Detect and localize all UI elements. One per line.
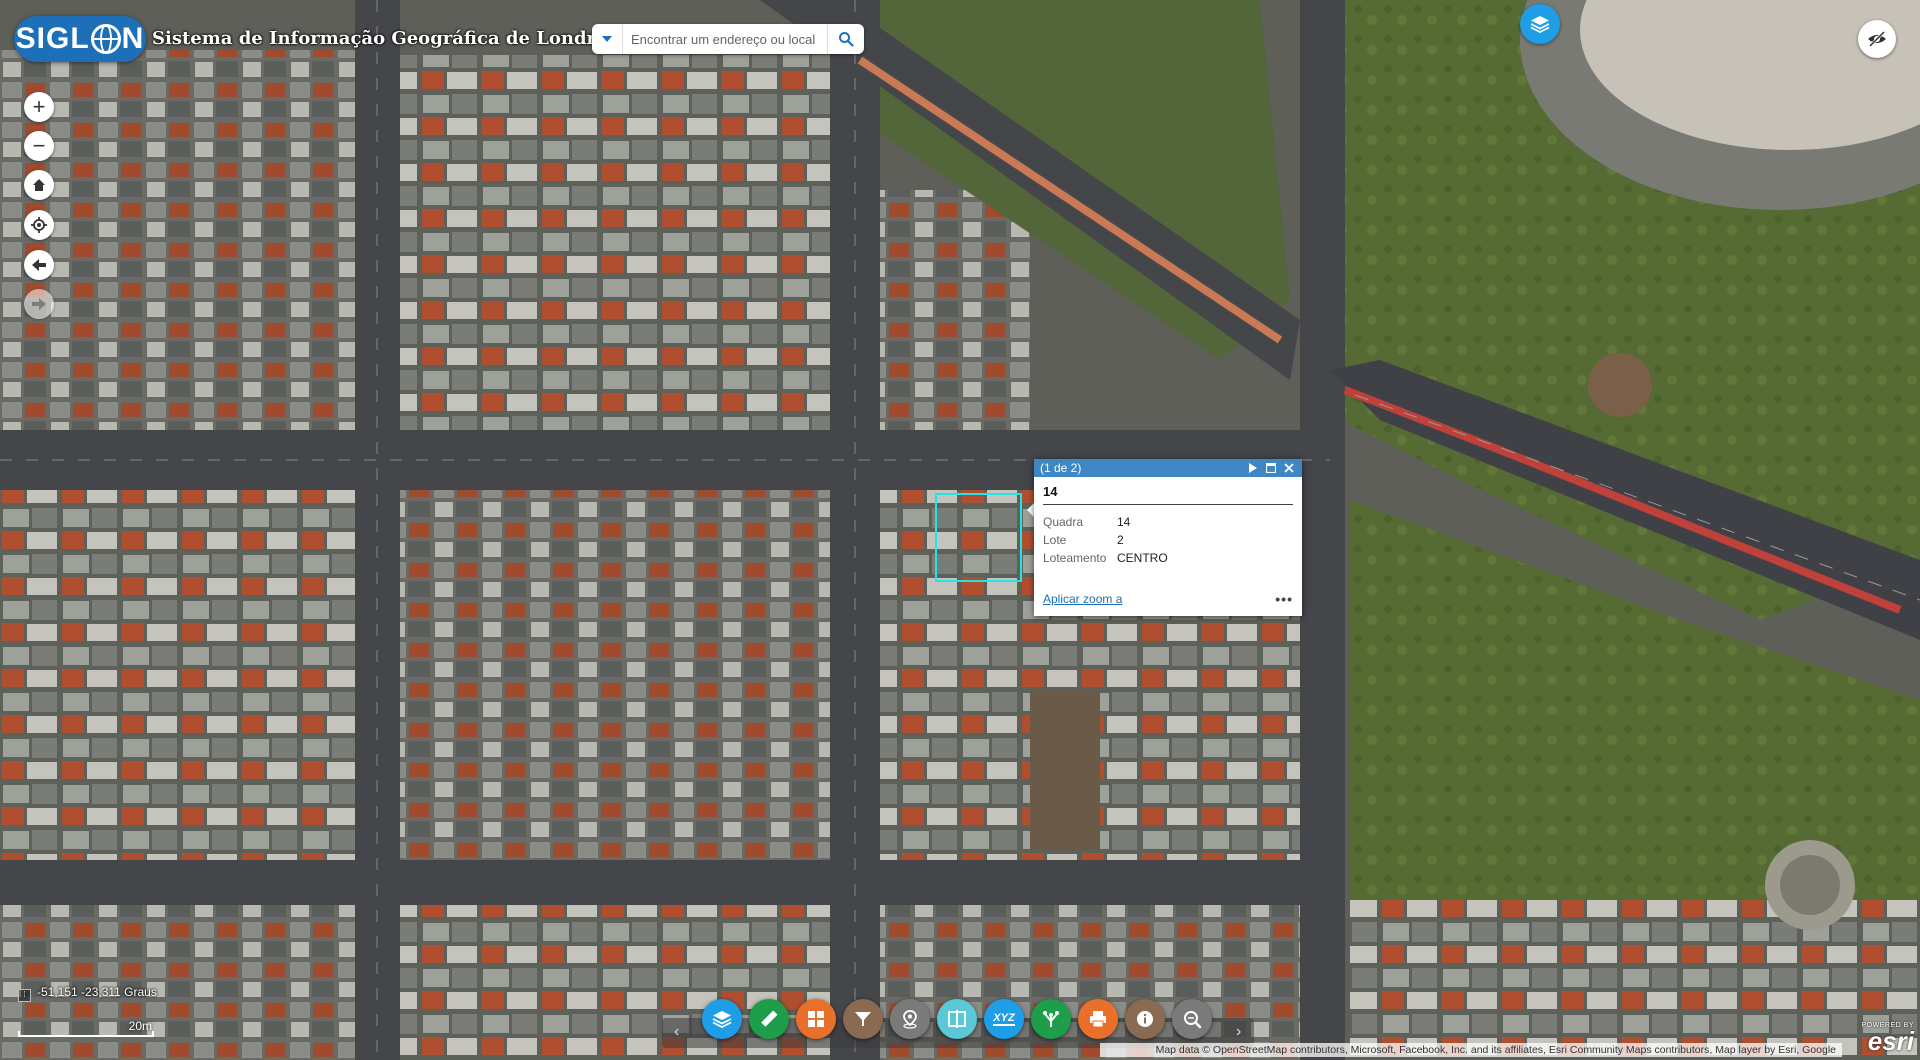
plus-icon: + — [32, 94, 46, 119]
zoom-in-button[interactable]: + — [24, 92, 54, 122]
scale-bar: 20m — [18, 1019, 154, 1037]
split-view-icon — [948, 1010, 966, 1028]
zoom-out-button[interactable]: − — [24, 131, 54, 161]
popup-attribute-table: Quadra 14 Lote 2 Loteamento CENTRO — [1043, 513, 1168, 567]
filter-tool-button[interactable] — [843, 999, 883, 1039]
printer-icon — [1090, 1011, 1106, 1028]
location-tool-button[interactable] — [890, 999, 930, 1039]
toggle-visibility-button[interactable] — [1858, 20, 1896, 58]
locate-button[interactable] — [24, 210, 54, 240]
coordinate-text: -51,151 -23,311 Graus — [37, 985, 157, 999]
popup-maximize-button[interactable] — [1262, 463, 1280, 473]
selected-parcel-highlight — [935, 493, 1022, 582]
arrow-right-icon — [32, 298, 46, 310]
coordinates-tool-button[interactable]: XYZ — [984, 999, 1024, 1039]
basemap-gallery-button[interactable] — [796, 999, 836, 1039]
search-icon — [839, 32, 854, 47]
esri-logo[interactable]: POWERED BY esri — [1852, 1022, 1914, 1056]
attribute-value: 14 — [1117, 515, 1131, 529]
map-attribution[interactable]: Map data © OpenStreetMap contributors, M… — [1100, 1043, 1842, 1057]
swipe-compare-button[interactable] — [937, 999, 977, 1039]
search-button[interactable] — [827, 24, 864, 54]
locate-icon — [31, 217, 47, 233]
attribute-label: Lote — [1043, 533, 1067, 547]
table-row: Quadra 14 — [1043, 513, 1168, 531]
attribute-value: CENTRO — [1117, 551, 1168, 565]
search-input[interactable] — [623, 25, 827, 53]
home-button[interactable] — [24, 170, 54, 200]
toolbar-scroll-right-button[interactable]: › — [1236, 1023, 1241, 1041]
eye-slash-icon — [1868, 30, 1886, 48]
table-row: Loteamento CENTRO — [1043, 549, 1168, 567]
layers-tool-button[interactable] — [702, 999, 742, 1039]
print-tool-button[interactable] — [1078, 999, 1118, 1039]
coordinate-readout: ⁞ -51,151 -23,311 Graus — [18, 985, 157, 1002]
search-widget — [592, 24, 864, 54]
chevron-down-icon — [602, 36, 612, 42]
next-extent-button[interactable] — [24, 289, 54, 319]
previous-extent-button[interactable] — [24, 250, 54, 280]
layers-icon — [712, 1011, 732, 1029]
zoom-to-link[interactable]: Aplicar zoom a — [1043, 592, 1122, 606]
search-source-dropdown[interactable] — [592, 24, 623, 54]
popup-feature-count: (1 de 2) — [1040, 461, 1082, 475]
share-icon — [1043, 1011, 1059, 1027]
close-icon — [1284, 463, 1294, 473]
grid-icon — [808, 1011, 824, 1027]
share-tool-button[interactable] — [1031, 999, 1071, 1039]
query-tool-button[interactable] — [1172, 999, 1212, 1039]
coordinate-mode-icon[interactable]: ⁞ — [18, 989, 31, 1002]
layer-list-button[interactable] — [1520, 4, 1560, 44]
app-logo[interactable]: SIGL N — [14, 16, 146, 62]
maximize-icon — [1266, 463, 1276, 473]
feature-popup: (1 de 2) 14 Quadra 14 Lote 2 Loteamento … — [1034, 459, 1302, 616]
popup-header: (1 de 2) — [1034, 459, 1302, 477]
globe-icon — [90, 24, 121, 54]
popup-next-button[interactable] — [1244, 463, 1262, 473]
home-icon — [33, 179, 45, 191]
popup-close-button[interactable] — [1280, 463, 1298, 473]
filter-icon — [855, 1012, 871, 1026]
xyz-label: XYZ — [993, 1012, 1015, 1026]
search-zoom-icon — [1184, 1011, 1202, 1029]
esri-wordmark: esri — [1867, 1026, 1914, 1056]
attribute-value: 2 — [1117, 533, 1124, 547]
logo-text-left: SIGL — [15, 22, 90, 55]
play-icon — [1249, 463, 1257, 473]
minus-icon: − — [32, 133, 46, 158]
attribute-label: Quadra — [1043, 515, 1084, 529]
layers-icon — [1530, 16, 1550, 34]
map-pin-icon — [903, 1010, 917, 1029]
about-info-button[interactable] — [1125, 999, 1165, 1039]
logo-text-right: N — [121, 22, 145, 55]
app-title: Sistema de Informação Geográfica de Lond… — [152, 28, 628, 49]
info-icon — [1137, 1011, 1153, 1027]
more-actions-button[interactable]: ••• — [1275, 591, 1293, 607]
measure-tool-button[interactable] — [749, 999, 789, 1039]
arrow-left-icon — [32, 259, 46, 271]
ruler-icon — [761, 1010, 778, 1027]
attribute-label: Loteamento — [1043, 551, 1107, 565]
popup-actions: Aplicar zoom a ••• — [1043, 591, 1293, 607]
popup-title: 14 — [1043, 484, 1293, 505]
toolbar-scroll-left-button[interactable]: ‹ — [674, 1023, 679, 1041]
scale-bar-label: 20m — [128, 1019, 152, 1033]
table-row: Lote 2 — [1043, 531, 1168, 549]
